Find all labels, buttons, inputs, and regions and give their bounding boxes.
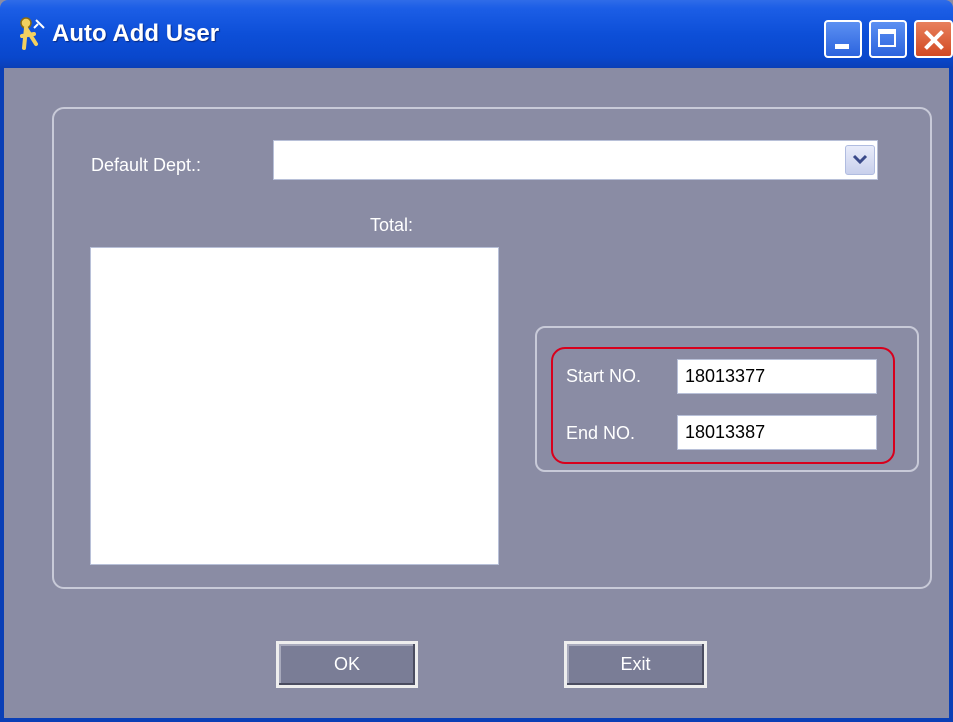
chevron-down-icon (852, 154, 868, 165)
default-dept-label: Default Dept.: (91, 155, 202, 175)
start-no-field[interactable]: 18013377 (677, 359, 877, 394)
total-list-box[interactable] (90, 247, 499, 565)
window-border-right (949, 68, 953, 722)
window-border-left (0, 68, 4, 722)
ok-button[interactable]: OK (276, 641, 418, 688)
dropdown-arrow-button[interactable] (845, 145, 875, 175)
start-no-label: Start NO. (566, 366, 642, 386)
end-no-label: End NO. (566, 423, 636, 443)
minimize-button[interactable] (824, 20, 862, 58)
window-title: Auto Add User (52, 20, 220, 47)
maximize-button[interactable] (869, 20, 907, 58)
exit-button[interactable]: Exit (564, 641, 707, 688)
end-no-field[interactable]: 18013387 (677, 415, 877, 450)
auto-add-user-window: Auto Add User Default Dept.: Total: Star… (0, 0, 953, 722)
title-bar[interactable]: Auto Add User (0, 0, 953, 68)
close-button[interactable] (914, 20, 953, 58)
total-label: Total: (370, 215, 414, 235)
key-user-icon (20, 17, 45, 50)
window-border-bottom (0, 718, 953, 722)
default-dept-dropdown[interactable] (273, 140, 878, 180)
